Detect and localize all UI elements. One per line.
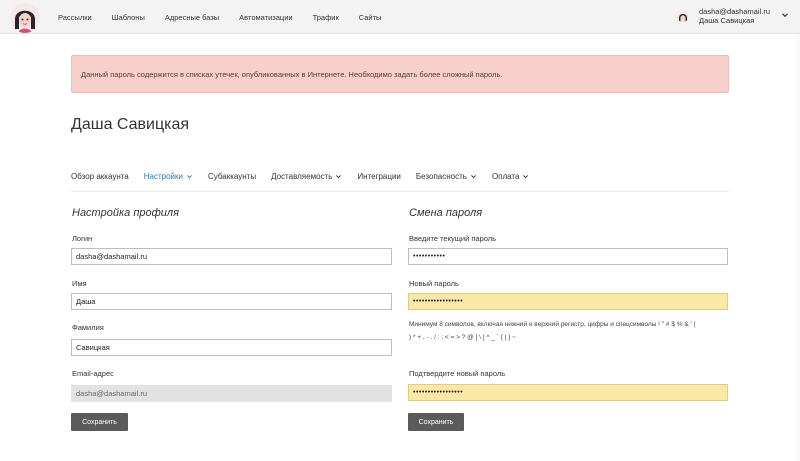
user-menu[interactable]: dasha@dashamail.ru Даша Савицкая: [677, 7, 788, 25]
profile-save-button[interactable]: Сохранить: [71, 413, 128, 431]
surname-label: Фамилия: [72, 323, 104, 332]
profile-section-title: Настройка профиля: [72, 207, 179, 219]
current-password-field[interactable]: •••••••••••: [408, 248, 728, 265]
button-label: Сохранить: [82, 418, 117, 426]
login-value: dasha@dashamail.ru: [76, 252, 147, 261]
name-label: Имя: [72, 279, 87, 288]
user-name: Даша Савицкая: [699, 16, 755, 25]
tab-integrations[interactable]: Интеграции: [357, 172, 401, 181]
account-tabs: Обзор аккаунта Настройки Субаккаунты Дос…: [71, 168, 544, 184]
email-label: Email-адрес: [72, 369, 114, 378]
current-password-value: •••••••••••: [413, 253, 446, 260]
chevron-down-icon: [470, 174, 476, 178]
current-password-label: Введите текущий пароль: [409, 234, 497, 243]
new-password-value: •••••••••••••••••: [413, 298, 464, 305]
top-navbar: Рассылки Шаблоны Адресные базы Автоматиз…: [0, 0, 800, 34]
button-label: Сохранить: [418, 418, 454, 426]
logo-avatar-icon[interactable]: [10, 3, 40, 33]
user-info: dasha@dashamail.ru Даша Савицкая: [699, 7, 770, 25]
confirm-password-value: •••••••••••••••••: [413, 389, 464, 396]
password-hint-line: ) * + , - . / : ; < = > ? @ [ \ ] ^ _ ` …: [409, 334, 516, 341]
nav-item-sites[interactable]: Сайты: [359, 13, 382, 22]
tab-settings[interactable]: Настройки: [144, 172, 193, 181]
tab-label: Настройки: [143, 171, 183, 181]
tab-security[interactable]: Безопасность: [416, 172, 477, 181]
divider: [71, 191, 729, 192]
user-email: dasha@dashamail.ru: [699, 7, 770, 16]
page-title: Даша Савицкая: [71, 116, 190, 133]
password-hint-line: Минимум 8 символов, включая нижний и вер…: [409, 321, 696, 328]
chevron-down-icon: [523, 174, 529, 178]
email-field: dasha@dashamail.ru: [71, 385, 392, 402]
tab-label: Обзор аккаунта: [71, 171, 129, 181]
nav-item-automations[interactable]: Автоматизации: [239, 13, 292, 22]
chevron-down-icon: [187, 174, 192, 178]
new-password-field[interactable]: •••••••••••••••••: [408, 293, 728, 310]
main-nav: Рассылки Шаблоны Адресные базы Автоматиз…: [58, 0, 401, 34]
password-section-title: Смена пароля: [409, 207, 483, 219]
scrollbar[interactable]: [796, 34, 800, 461]
surname-field[interactable]: Савицкая: [71, 339, 392, 356]
tab-label: Субаккаунты: [208, 171, 257, 181]
tab-label: Безопасность: [415, 171, 467, 181]
alert-text: Данный пароль содержится в списках утече…: [81, 69, 503, 79]
tab-label: Оплата: [491, 171, 520, 181]
email-value: dasha@dashamail.ru: [76, 389, 147, 398]
new-password-label: Новый пароль: [409, 279, 459, 288]
password-save-button[interactable]: Сохранить: [408, 413, 464, 431]
tab-deliverability[interactable]: Доставляемость: [271, 172, 342, 181]
tab-subaccounts[interactable]: Субаккаунты: [208, 172, 256, 181]
tab-account-overview[interactable]: Обзор аккаунта: [71, 172, 129, 181]
nav-item-address-bases[interactable]: Адресные базы: [165, 13, 219, 22]
name-value: Даша: [76, 297, 96, 306]
chevron-down-icon: [336, 174, 342, 178]
name-field[interactable]: Даша: [71, 293, 392, 310]
login-field[interactable]: dasha@dashamail.ru: [71, 248, 392, 265]
confirm-password-label: Подтвердите новый пароль: [409, 369, 506, 378]
tab-label: Интеграции: [357, 171, 401, 181]
password-leak-alert: Данный пароль содержится в списках утече…: [71, 55, 729, 93]
tab-payment[interactable]: Оплата: [492, 172, 530, 181]
nav-item-templates[interactable]: Шаблоны: [112, 13, 145, 22]
nav-item-mailings[interactable]: Рассылки: [58, 13, 92, 22]
password-hint: Минимум 8 символов, включая нижний и вер…: [409, 318, 734, 344]
chevron-down-icon[interactable]: [780, 10, 790, 20]
nav-item-traffic[interactable]: Трафик: [313, 13, 339, 22]
tab-label: Доставляемость: [271, 171, 333, 181]
user-avatar-icon: [677, 10, 689, 22]
login-label: Логин: [72, 234, 93, 243]
confirm-password-field[interactable]: •••••••••••••••••: [408, 384, 728, 401]
surname-value: Савицкая: [76, 343, 110, 352]
